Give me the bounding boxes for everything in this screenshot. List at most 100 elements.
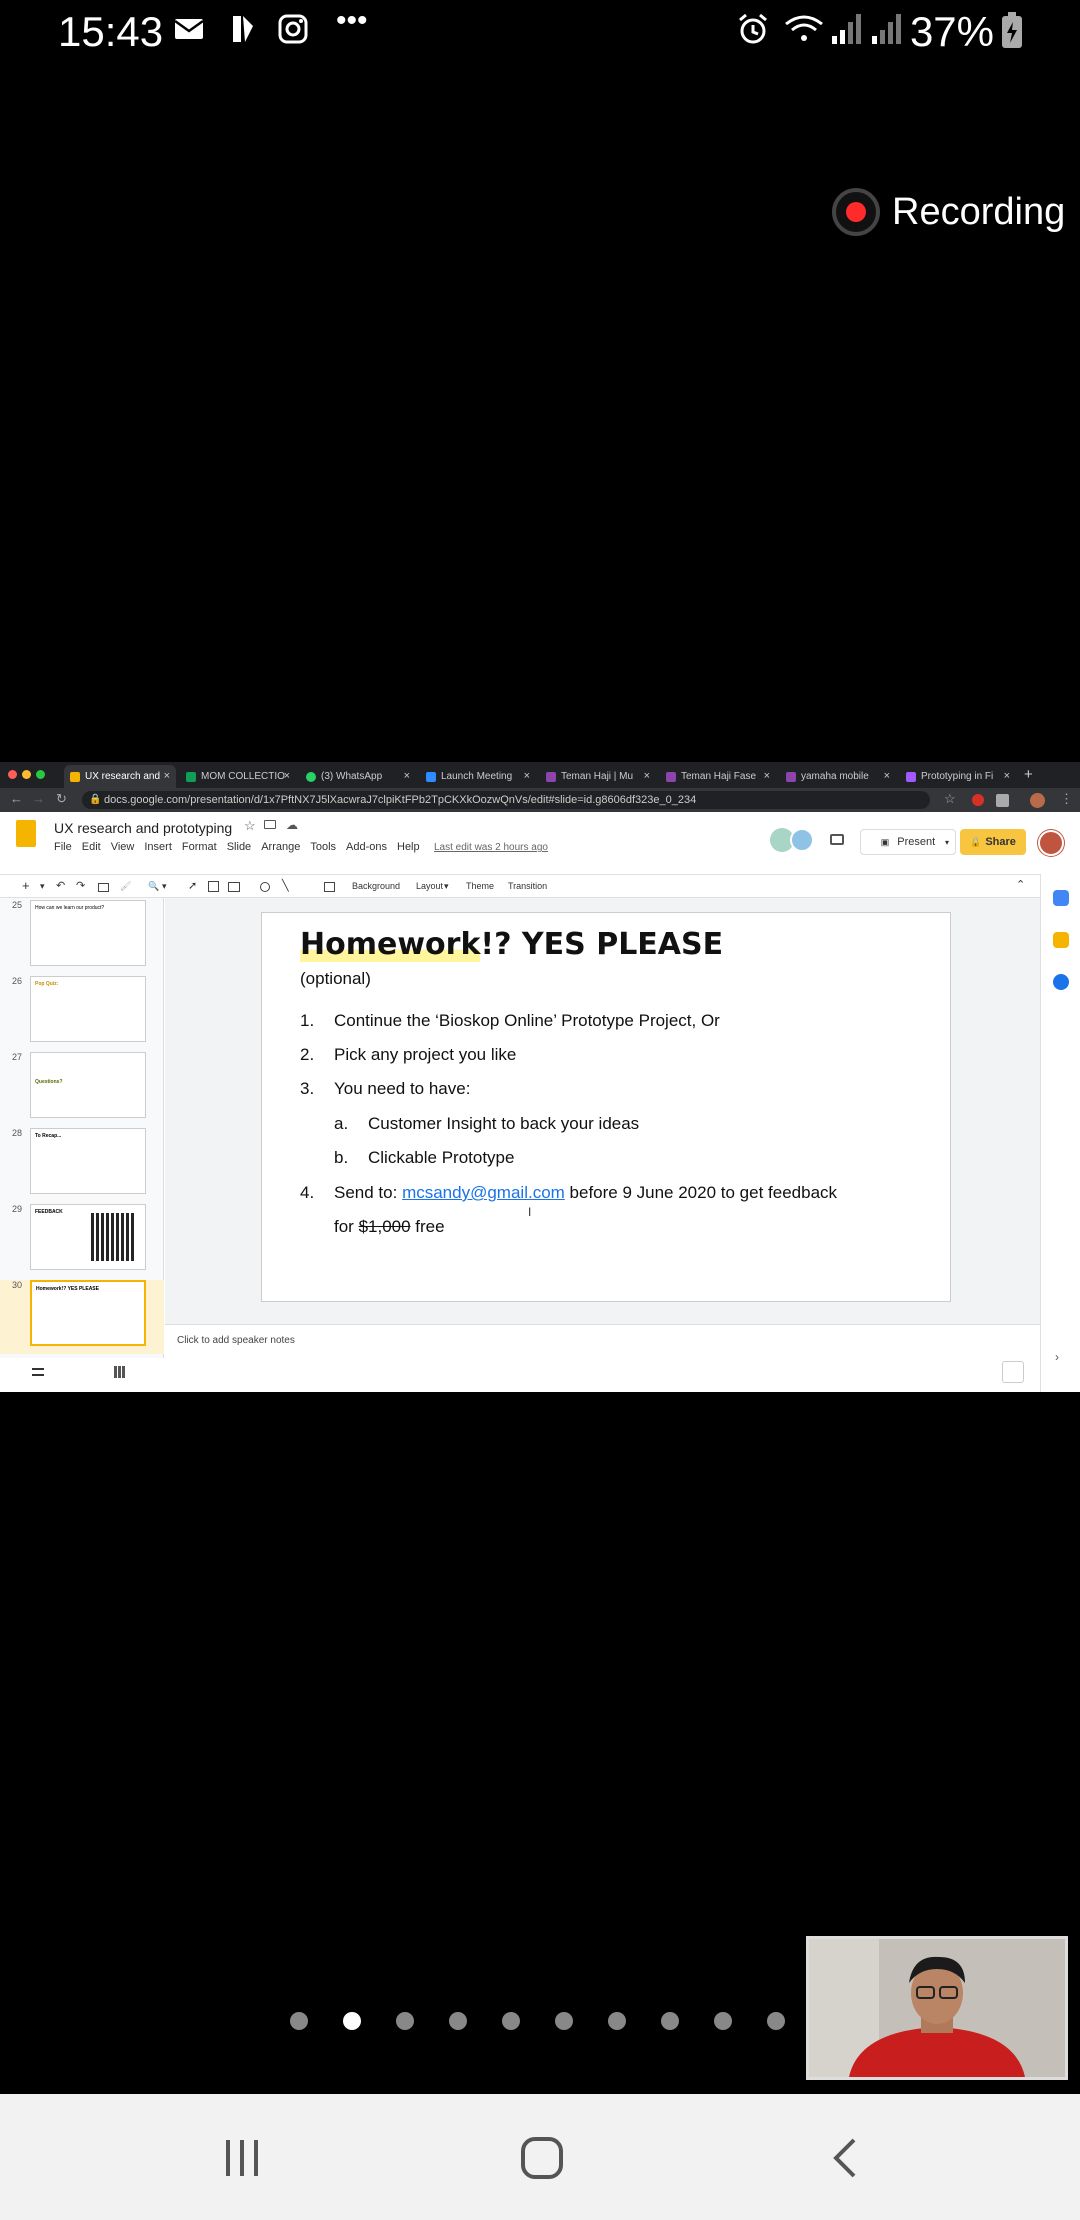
speaker-notes[interactable]: Click to add speaker notes <box>165 1324 1040 1392</box>
move-folder-icon[interactable] <box>264 820 276 829</box>
share-button[interactable]: 🔒 Share <box>960 829 1026 855</box>
menu-add-ons[interactable]: Add-ons <box>346 841 387 853</box>
sub-list-item[interactable]: b. Clickable Prototype <box>334 1148 514 1168</box>
shape-icon[interactable] <box>260 882 270 892</box>
expand-panel-icon[interactable]: › <box>1055 1350 1059 1364</box>
zoom-dropdown-icon[interactable]: ▾ <box>162 881 167 892</box>
line-icon[interactable]: ╲ <box>282 879 289 892</box>
slides-logo-icon[interactable] <box>16 820 36 847</box>
new-slide-icon[interactable]: + <box>22 878 30 893</box>
print-icon[interactable] <box>98 883 109 892</box>
zoom-icon[interactable]: 🔍 <box>148 881 159 892</box>
account-avatar[interactable] <box>1038 830 1064 856</box>
comments-icon[interactable] <box>830 834 844 845</box>
slide-thumbnail[interactable]: To Recap... <box>30 1128 146 1194</box>
page-dot-active[interactable] <box>343 2012 361 2030</box>
close-tab-icon[interactable]: × <box>524 770 530 782</box>
list-item[interactable]: 3. You need to have: <box>300 1079 470 1099</box>
menu-tools[interactable]: Tools <box>310 841 336 853</box>
browser-tab[interactable]: Teman Haji | Mu × <box>540 765 656 788</box>
page-dot[interactable] <box>555 2012 573 2030</box>
cloud-status-icon[interactable]: ☁ <box>286 818 298 832</box>
menu-insert[interactable]: Insert <box>144 841 172 853</box>
slide-title[interactable]: Homework!? YES PLEASE <box>300 927 723 962</box>
list-item[interactable]: 2. Pick any project you like <box>300 1045 516 1065</box>
paint-format-icon[interactable]: 🖌 <box>120 881 131 892</box>
page-dot[interactable] <box>661 2012 679 2030</box>
back-icon[interactable]: ← <box>10 791 23 806</box>
list-item[interactable]: 1. Continue the ‘Bioskop Online’ Prototyp… <box>300 1011 720 1031</box>
present-button[interactable]: ▣ Present ▾ <box>860 829 956 855</box>
browser-tab[interactable]: Teman Haji Fase × <box>660 765 776 788</box>
last-edit-link[interactable]: Last edit was 2 hours ago <box>434 842 548 853</box>
menu-view[interactable]: View <box>111 841 135 853</box>
slide-thumbnail[interactable]: FEEDBACK <box>30 1204 146 1270</box>
list-item[interactable]: 4. Send to: mcsandy@gmail.com before 9 Ju… <box>300 1183 837 1203</box>
star-icon[interactable]: ☆ <box>244 818 256 834</box>
reload-icon[interactable]: ↻ <box>56 791 67 807</box>
new-slide-dropdown-icon[interactable]: ▾ <box>40 881 45 892</box>
browser-tab[interactable]: yamaha mobile × <box>780 765 896 788</box>
collapse-toolbar-icon[interactable]: ⌃ <box>1016 878 1025 891</box>
redo-icon[interactable]: ↷ <box>76 879 85 892</box>
doc-title[interactable]: UX research and prototyping <box>54 820 232 836</box>
close-tab-icon[interactable]: × <box>644 770 650 782</box>
browser-tab[interactable]: UX research and × <box>64 765 176 788</box>
page-dot[interactable] <box>290 2012 308 2030</box>
comment-add-icon[interactable] <box>324 882 335 892</box>
window-maximize-icon[interactable] <box>36 770 45 779</box>
bookmark-star-icon[interactable]: ☆ <box>944 791 956 807</box>
email-link[interactable]: mcsandy@gmail.com <box>402 1183 565 1202</box>
participant-video[interactable] <box>806 1936 1068 2080</box>
slide-thumbnail[interactable]: Questions? <box>30 1052 146 1118</box>
layout-dropdown-icon[interactable]: ▾ <box>444 881 449 892</box>
page-dot[interactable] <box>767 2012 785 2030</box>
menu-arrange[interactable]: Arrange <box>261 841 300 853</box>
close-tab-icon[interactable]: × <box>764 770 770 782</box>
page-dot[interactable] <box>714 2012 732 2030</box>
image-icon[interactable] <box>228 882 240 892</box>
menu-help[interactable]: Help <box>397 841 420 853</box>
slide-thumbnail-selected[interactable]: Homework!? YES PLEASE <box>30 1280 146 1346</box>
back-nav-icon[interactable] <box>830 2136 860 2185</box>
explore-icon[interactable] <box>1002 1361 1024 1383</box>
collaborator-avatar[interactable] <box>790 828 814 852</box>
textbox-icon[interactable] <box>208 881 219 892</box>
address-bar[interactable]: 🔒 docs.google.com/presentation/d/1x7PftN… <box>82 791 930 809</box>
select-tool-icon[interactable]: ➚ <box>188 879 197 892</box>
slide-thumbnail[interactable]: Pop Quiz: <box>30 976 146 1042</box>
filmstrip-view-icon[interactable] <box>32 1368 44 1376</box>
browser-tab[interactable]: Launch Meeting × <box>420 765 536 788</box>
extension-icon[interactable] <box>972 794 984 806</box>
list-item-continuation[interactable]: for $1,000 free <box>334 1217 445 1237</box>
menu-file[interactable]: File <box>54 841 72 853</box>
menu-format[interactable]: Format <box>182 841 217 853</box>
browser-tab[interactable]: Prototyping in Fi × <box>900 765 1016 788</box>
page-dot[interactable] <box>608 2012 626 2030</box>
theme-button[interactable]: Theme <box>466 881 494 891</box>
calendar-icon[interactable] <box>1053 890 1069 906</box>
browser-tab[interactable]: MOM COLLECTIO × <box>180 765 296 788</box>
close-tab-icon[interactable]: × <box>284 770 290 782</box>
grid-view-icon[interactable] <box>114 1366 126 1378</box>
transition-button[interactable]: Transition <box>508 881 547 891</box>
window-minimize-icon[interactable] <box>22 770 31 779</box>
sub-list-item[interactable]: a. Customer Insight to back your ideas <box>334 1114 639 1134</box>
window-close-icon[interactable] <box>8 770 17 779</box>
page-dot[interactable] <box>502 2012 520 2030</box>
tasks-icon[interactable] <box>1053 974 1069 990</box>
current-slide[interactable]: Homework!? YES PLEASE (optional) 1. Conti… <box>261 912 951 1302</box>
slide-subtitle[interactable]: (optional) <box>300 969 371 989</box>
menu-slide[interactable]: Slide <box>227 841 251 853</box>
page-dot[interactable] <box>396 2012 414 2030</box>
page-dot[interactable] <box>449 2012 467 2030</box>
layout-button[interactable]: Layout <box>416 881 443 891</box>
browser-tab[interactable]: (3) WhatsApp × <box>300 765 416 788</box>
browser-menu-icon[interactable]: ⋮ <box>1060 791 1073 807</box>
slide-thumbnail[interactable]: How can we learn our product? <box>30 900 146 966</box>
forward-icon[interactable]: → <box>32 791 45 806</box>
close-tab-icon[interactable]: × <box>1004 770 1010 782</box>
background-button[interactable]: Background <box>352 881 400 891</box>
undo-icon[interactable]: ↶ <box>56 879 65 892</box>
new-tab-icon[interactable]: + <box>1024 766 1033 783</box>
